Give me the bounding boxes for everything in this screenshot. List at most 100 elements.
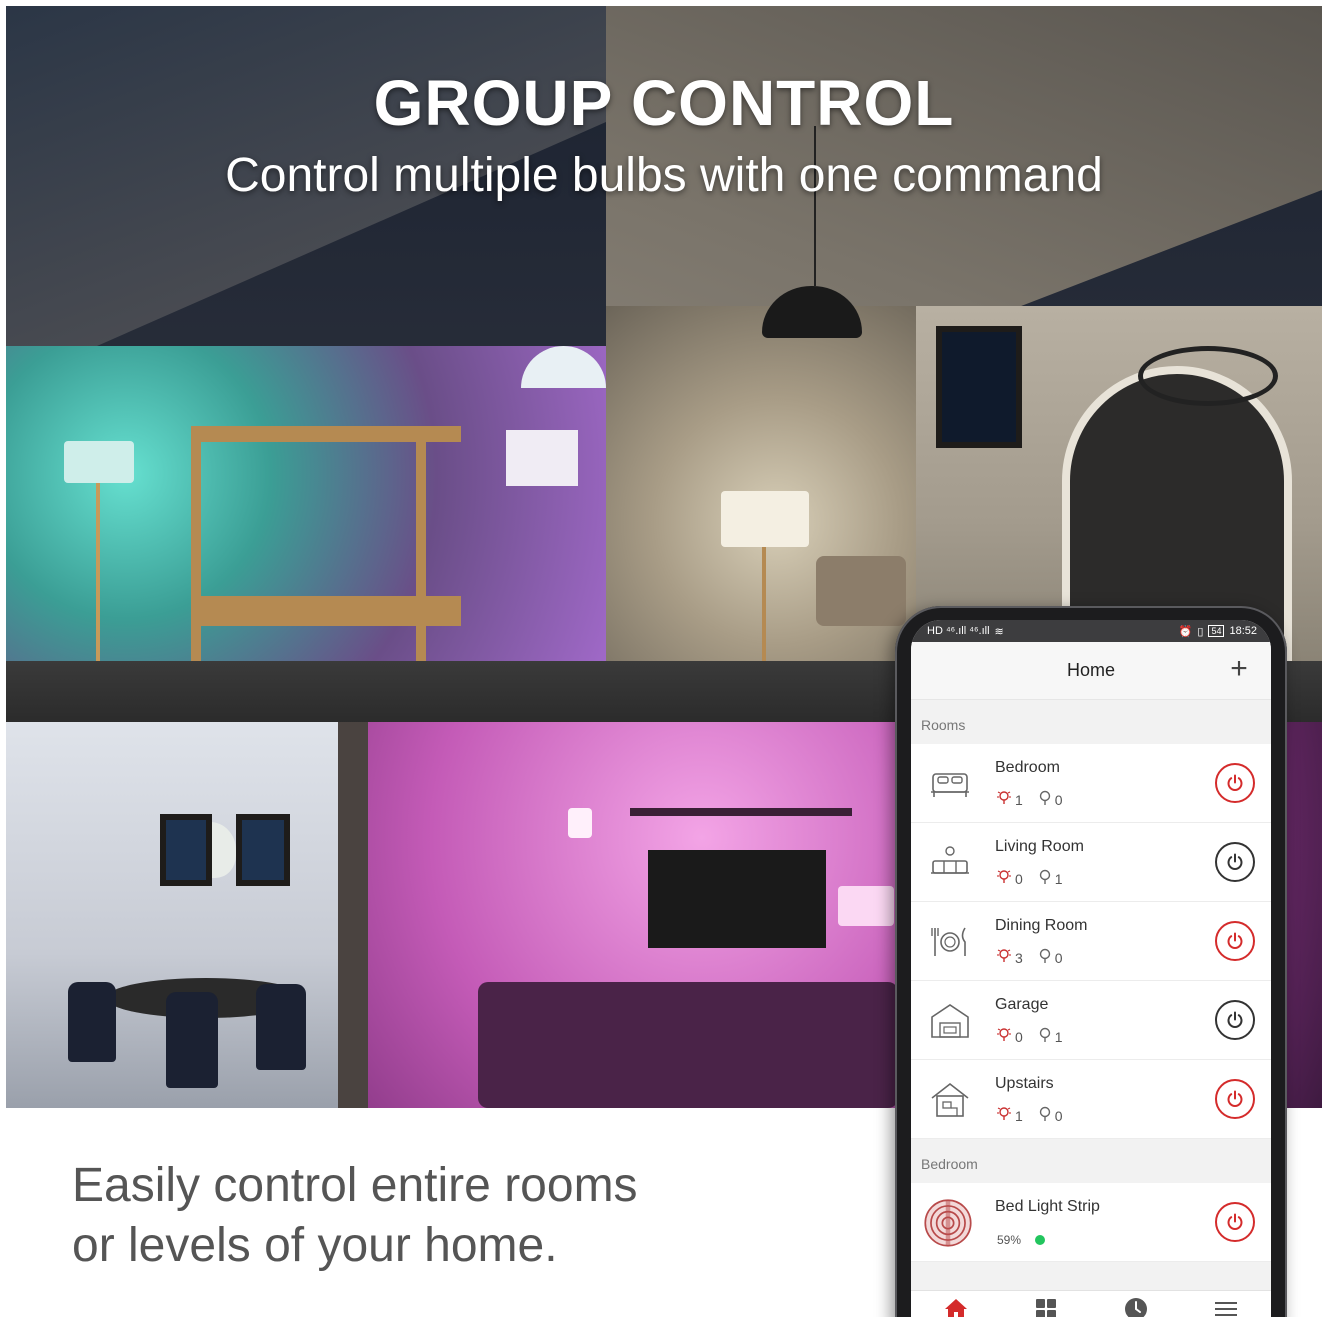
brightness-value: 59%: [997, 1233, 1022, 1247]
power-icon: [1227, 1213, 1243, 1230]
bulb-on-icon: [997, 1106, 1011, 1125]
device-power-button[interactable]: [1215, 1202, 1255, 1242]
bulb-off-icon: [1039, 1106, 1051, 1125]
vibrate-icon: ▯: [1197, 625, 1204, 638]
dining-room: [6, 722, 338, 1108]
power-icon: [1227, 1011, 1243, 1028]
bulbs-off-count: 0: [1039, 790, 1063, 809]
bulb-on-icon: [997, 790, 1011, 809]
bulbs-off-value: 0: [1054, 791, 1063, 808]
clock-icon[interactable]: [1123, 1296, 1149, 1317]
bulb-off-icon: [1039, 790, 1051, 809]
rooms-section-label: Rooms: [911, 700, 1271, 744]
status-left: HD ⁴⁶.ıll ⁴⁶.ıll ≋: [927, 625, 1004, 638]
wall-drawing: [506, 430, 578, 486]
dining-chair: [256, 984, 306, 1070]
room-row-upstairs[interactable]: Upstairs 1 0: [911, 1060, 1271, 1139]
add-button[interactable]: +: [1225, 654, 1253, 684]
wall-frame: [160, 814, 212, 886]
kids-bedroom: [6, 346, 606, 666]
alarm-icon: ⏰: [1178, 625, 1193, 638]
upstairs-lounge: [606, 306, 916, 666]
room-power-button[interactable]: [1215, 1079, 1255, 1119]
room-bulb-counts: 10: [997, 790, 1063, 809]
room-list: Bedroom 1 0 Living Room 0 1 Dining Room 3 0 Garag…: [911, 744, 1271, 1139]
chandelier: [1138, 346, 1278, 406]
bulbs-off-count: 1: [1039, 1027, 1063, 1046]
bulbs-off-count: 0: [1039, 948, 1063, 967]
power-icon: [1227, 932, 1243, 949]
caption-line-1: Easily control entire rooms: [72, 1159, 638, 1212]
device-row-bed-light-strip[interactable]: Bed Light Strip 59%: [911, 1183, 1271, 1262]
grid-icon[interactable]: [1033, 1296, 1059, 1317]
room-bulb-counts: 01: [997, 1027, 1063, 1046]
bulbs-on-value: 1: [1015, 1107, 1023, 1124]
room-name: Upstairs: [995, 1075, 1054, 1092]
wall-frame: [936, 326, 1022, 448]
room-bulb-counts: 10: [997, 1106, 1063, 1125]
room-bulb-counts: 01: [997, 869, 1063, 888]
room-row-dining-room[interactable]: Dining Room 3 0: [911, 902, 1271, 981]
bulbs-on-value: 3: [1015, 949, 1023, 966]
phone-frame: HD ⁴⁶.ıll ⁴⁶.ıll ≋ ⏰ ▯ 54 18:52 Home + R…: [895, 606, 1287, 1317]
power-icon: [1227, 774, 1243, 791]
armchair: [816, 556, 906, 626]
bulbs-off-value: 1: [1054, 1028, 1063, 1045]
sofa: [478, 982, 898, 1108]
room-row-bedroom[interactable]: Bedroom 1 0: [911, 744, 1271, 823]
bunk-bed-post: [416, 426, 426, 666]
status-time: 18:52: [1229, 625, 1257, 637]
table-lamp-shade: [838, 886, 894, 926]
light-strip-icon: [924, 1199, 972, 1247]
floor-lamp-shade: [64, 441, 134, 483]
bulb-off-icon: [1039, 1027, 1051, 1046]
signal-text: HD ⁴⁶.ıll ⁴⁶.ıll: [927, 625, 990, 637]
menu-icon[interactable]: [1213, 1296, 1239, 1317]
device-status: 59%: [997, 1233, 1046, 1247]
page-title: Home: [1066, 660, 1115, 680]
wall-sconce: [568, 808, 592, 838]
room-name: Living Room: [995, 838, 1084, 855]
bulb-on-icon: [997, 1027, 1011, 1046]
tv: [648, 850, 826, 948]
bunk-bed-post: [191, 426, 201, 666]
wall-shelf: [630, 808, 852, 816]
bed-icon: [929, 764, 971, 804]
dining-chair: [68, 982, 116, 1062]
bulbs-on-count: 3: [997, 948, 1023, 967]
wall-separator: [338, 722, 368, 1108]
dining-icon: [929, 922, 971, 962]
device-name: Bed Light Strip: [995, 1198, 1100, 1215]
room-row-living-room[interactable]: Living Room 0 1: [911, 823, 1271, 902]
caption-text: Easily control entire rooms or levels of…: [72, 1156, 638, 1276]
device-section-label: Bedroom: [911, 1139, 1271, 1183]
bulb-off-icon: [1039, 948, 1051, 967]
status-right: ⏰ ▯ 54 18:52: [1179, 625, 1257, 638]
power-icon: [1227, 1090, 1243, 1107]
bulbs-off-value: 0: [1054, 1107, 1063, 1124]
bulbs-off-value: 1: [1054, 870, 1063, 887]
bulbs-off-count: 1: [1039, 869, 1063, 888]
caption-line-2: or levels of your home.: [72, 1219, 558, 1272]
room-power-button[interactable]: [1215, 1000, 1255, 1040]
bulbs-on-count: 0: [997, 869, 1023, 888]
room-name: Bedroom: [995, 759, 1060, 776]
bulbs-on-count: 1: [997, 1106, 1023, 1125]
pendant-lamp: [521, 346, 606, 388]
bulbs-on-value: 0: [1015, 1028, 1023, 1045]
room-bulb-counts: 30: [997, 948, 1063, 967]
bulbs-off-count: 0: [1039, 1106, 1063, 1125]
home-icon[interactable]: [943, 1296, 969, 1317]
wall-frame: [236, 814, 290, 886]
dining-chair: [166, 992, 218, 1088]
sofa-icon: [929, 843, 971, 883]
room-power-button[interactable]: [1215, 921, 1255, 961]
wifi-icon: ≋: [994, 625, 1004, 638]
bulb-on-icon: [997, 869, 1011, 888]
bottom-nav: [911, 1290, 1271, 1317]
room-power-button[interactable]: [1215, 763, 1255, 803]
app-bar: Home +: [911, 642, 1271, 700]
room-row-garage[interactable]: Garage 0 1: [911, 981, 1271, 1060]
floor-lamp-stand: [96, 483, 100, 663]
room-power-button[interactable]: [1215, 842, 1255, 882]
